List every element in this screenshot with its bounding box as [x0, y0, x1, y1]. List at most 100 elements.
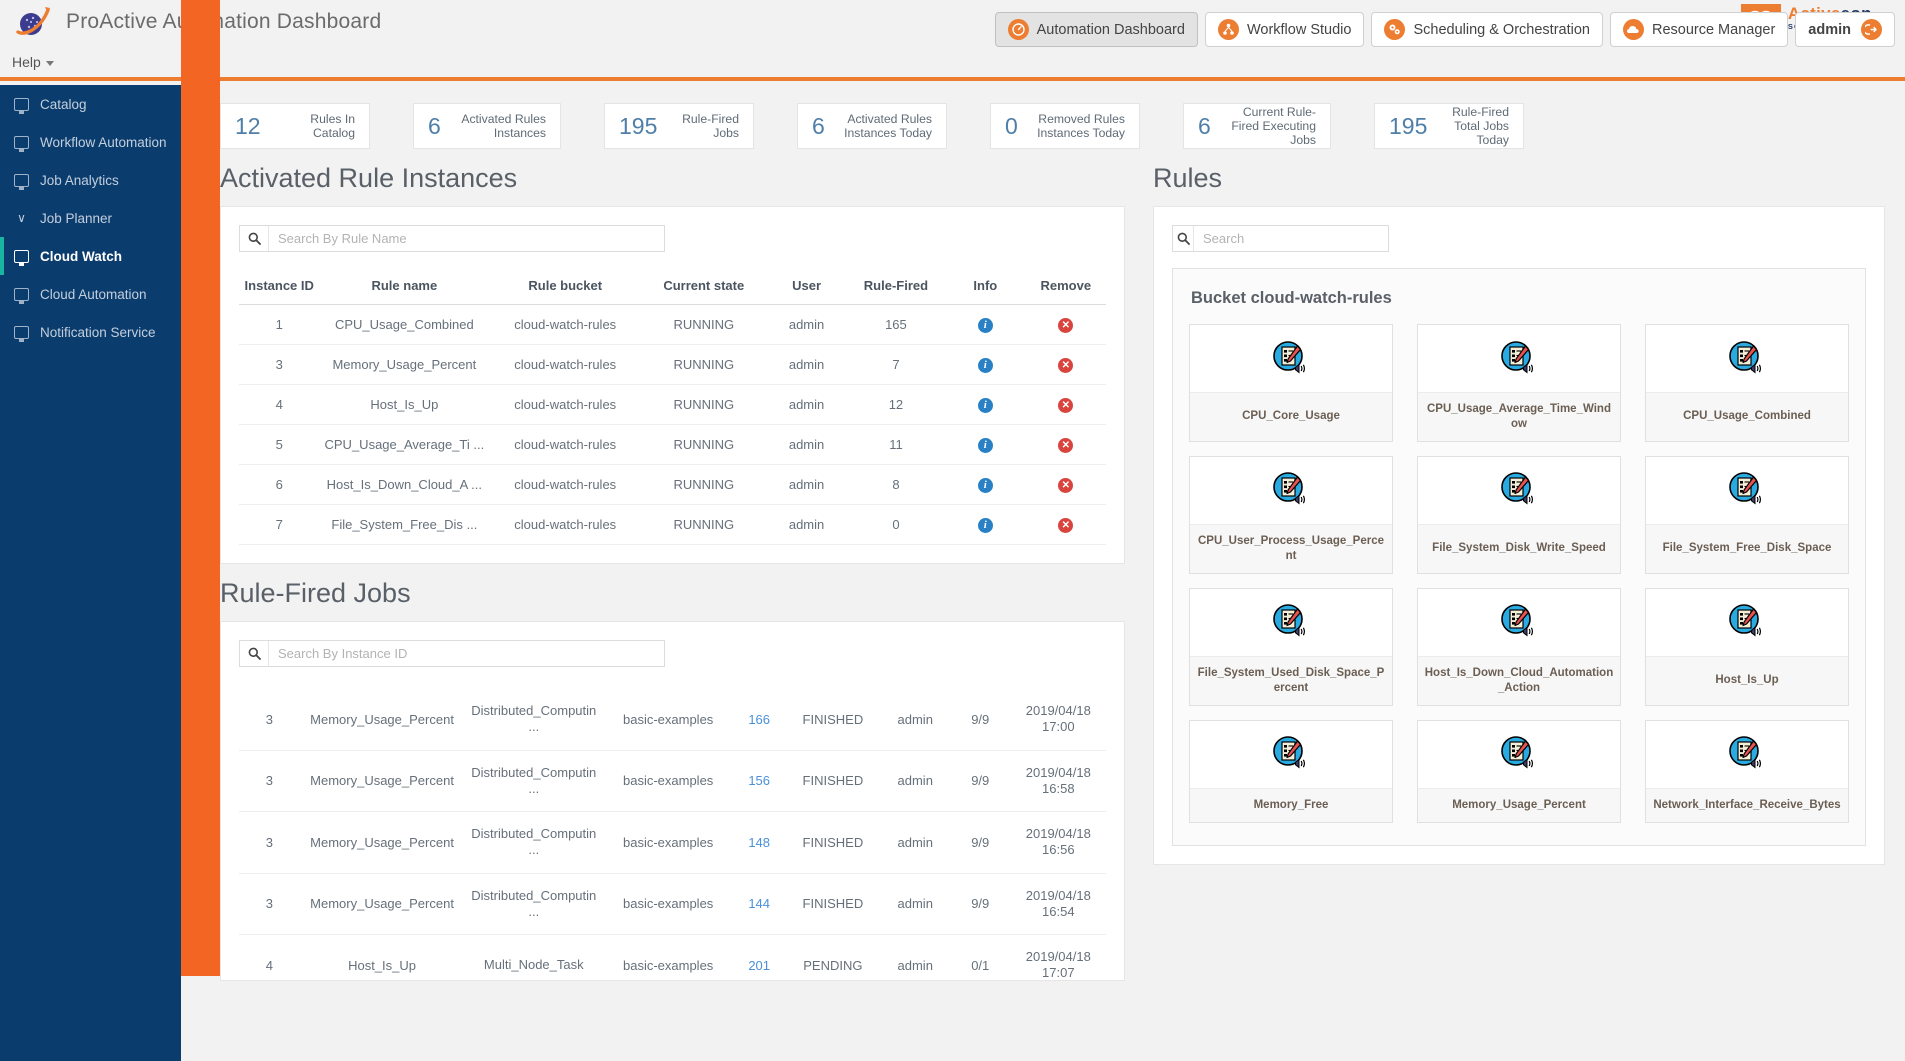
rule-card[interactable]: Memory_Free [1189, 719, 1393, 823]
column-header: Rule name [319, 270, 490, 305]
cell-job_id[interactable]: 156 [733, 750, 786, 812]
cell-job_id[interactable]: 148 [733, 811, 786, 874]
tab-label: Scheduling & Orchestration [1413, 21, 1590, 38]
cell-fired: 12 [846, 384, 946, 425]
table-row: 7 File_System_Free_Dis ... cloud-watch-rul… [239, 504, 1106, 545]
cell-state: RUNNING [641, 424, 767, 465]
info-icon[interactable]: i [977, 438, 993, 453]
cell-date: 2019/04/18 [1025, 764, 1091, 780]
rule-card-label: Memory_Free [1190, 788, 1392, 822]
sidebar-item-label: Job Planner [40, 210, 113, 226]
rule-card-label: File_System_Free_Disk_Space [1646, 524, 1848, 573]
cell-state: RUNNING [641, 304, 767, 345]
table-header-row: Instance ID Rule name Rule bucket Current s… [239, 270, 1106, 305]
rule-card[interactable]: Memory_Usage_Percent [1417, 719, 1621, 823]
cell-bucket: cloud-watch-rules [489, 344, 642, 385]
rule-card[interactable]: File_System_Used_Disk_Space_Percent [1189, 587, 1393, 706]
rules-search[interactable] [1172, 225, 1389, 252]
rule-card[interactable]: Host_Is_Down_Cloud_Automation_Action [1417, 587, 1621, 706]
sidebar-item-workflow-automation[interactable]: Workflow Automation [0, 123, 181, 161]
sidebar-item-cloud-automation[interactable]: Cloud Automation [0, 275, 181, 313]
search-by-instance-id-input[interactable] [269, 641, 664, 666]
sidebar-item-catalog[interactable]: Catalog [0, 85, 181, 123]
cell-job_id[interactable]: 144 [733, 873, 786, 935]
cell-fired: 11 [846, 424, 946, 465]
rules-search-input[interactable] [1194, 226, 1388, 251]
sidebar-item-cloud-watch[interactable]: Cloud Watch [0, 237, 181, 275]
remove-circle-icon[interactable]: ✕ [1058, 398, 1074, 413]
cell-date: 2019/04/18 [1025, 703, 1091, 718]
instances-search[interactable] [239, 225, 665, 252]
cell-user: admin [766, 304, 847, 345]
remove-circle-icon[interactable]: ✕ [1058, 358, 1074, 373]
cell-job_id[interactable]: 166 [733, 689, 786, 751]
stat-label: Removed Rules Instances Today [1037, 111, 1125, 140]
cell-datetime: 2019/04/18 17:07 [1010, 934, 1106, 980]
remove-circle-icon[interactable]: ✕ [1058, 518, 1074, 533]
info-icon[interactable]: i [977, 398, 993, 413]
cell-rule: Host_Is_Up [319, 384, 490, 425]
info-icon[interactable]: i [977, 358, 993, 373]
search-by-rule-name-input[interactable] [269, 226, 664, 251]
cell-date: 2019/04/18 [1025, 887, 1091, 903]
jobs-panel: 3Memory_Usage_PercentDistributed_Computi… [220, 621, 1125, 981]
info-cell: i [945, 304, 1026, 345]
sidebar-item-job-analytics[interactable]: Job Analytics [0, 161, 181, 199]
sidebar-item-job-planner[interactable]: ∨ Job Planner [0, 199, 181, 237]
remove-circle-icon[interactable]: ✕ [1058, 478, 1074, 493]
info-icon[interactable]: i [977, 518, 993, 533]
cell-progress: 9/9 [949, 811, 1011, 874]
main-content: 12 Rules In Catalog 6 Activated Rules Insta… [220, 85, 1905, 1061]
rule-card[interactable]: CPU_Core_Usage [1189, 324, 1393, 442]
cell-rule: CPU_Usage_Average_Ti ... [319, 424, 490, 465]
gears-icon [1384, 19, 1406, 40]
stat-label: Activated Rules Instances Today [844, 111, 932, 140]
monitor-icon [14, 249, 29, 266]
cell-rule: Memory_Usage_Percent [319, 344, 490, 385]
workflow-icon [1217, 19, 1239, 40]
cell-id: 3 [239, 750, 300, 812]
cell-date: 2019/04/18 [1025, 826, 1091, 841]
rule-card-label: CPU_Usage_Combined [1646, 393, 1848, 441]
jobs-search[interactable] [239, 640, 665, 667]
cell-state: FINISHED [785, 689, 881, 751]
user-menu[interactable]: admin [1795, 12, 1895, 47]
rule-checklist-speaker-icon [1646, 720, 1848, 789]
rule-card[interactable]: CPU_User_Process_Usage_Percent [1189, 455, 1393, 574]
rule-checklist-speaker-icon [1646, 588, 1848, 657]
tab-scheduling-orchestration[interactable]: Scheduling & Orchestration [1371, 12, 1603, 47]
info-cell: i [945, 424, 1026, 465]
rule-checklist-speaker-icon [1418, 720, 1620, 789]
nav-tabs: Automation Dashboard Workflow Studio Sch… [994, 12, 1895, 47]
cell-user: admin [766, 384, 847, 425]
instances-table: Instance ID Rule name Rule bucket Current s… [239, 270, 1106, 545]
remove-circle-icon[interactable]: ✕ [1058, 318, 1074, 333]
cell-job_id[interactable]: 201 [733, 934, 786, 980]
rule-card[interactable]: Host_Is_Up [1645, 587, 1849, 706]
stat-label: Current Rule-Fired Executing Jobs [1231, 104, 1316, 148]
cell-user: admin [766, 424, 847, 465]
tab-automation-dashboard[interactable]: Automation Dashboard [994, 12, 1198, 47]
cell-bucket: basic-examples [603, 689, 734, 751]
remove-circle-icon[interactable]: ✕ [1058, 438, 1074, 453]
sidebar-item-notification-service[interactable]: Notification Service [0, 313, 181, 351]
tab-workflow-studio[interactable]: Workflow Studio [1204, 12, 1365, 47]
info-icon[interactable]: i [977, 318, 993, 333]
rule-card[interactable]: CPU_Usage_Average_Time_Window [1417, 324, 1621, 442]
instances-section-title: Activated Rule Instances [220, 163, 518, 193]
stat-cards: 12 Rules In Catalog 6 Activated Rules Insta… [220, 85, 1905, 149]
remove-cell: ✕ [1025, 344, 1106, 385]
cell-user: admin [766, 464, 847, 505]
tab-resource-manager[interactable]: Resource Manager [1609, 12, 1789, 47]
help-menu[interactable]: Help [12, 54, 54, 70]
rule-card[interactable]: CPU_Usage_Combined [1645, 324, 1849, 442]
rule-card[interactable]: File_System_Disk_Write_Speed [1417, 455, 1621, 574]
tab-label: Automation Dashboard [1036, 21, 1185, 38]
rule-checklist-speaker-icon [1418, 325, 1620, 393]
rule-card[interactable]: Network_Interface_Receive_Bytes [1645, 719, 1849, 823]
cell-workflow: Distributed_Computin ... [464, 689, 604, 751]
rule-card[interactable]: File_System_Free_Disk_Space [1645, 455, 1849, 574]
cell-state: FINISHED [785, 811, 881, 874]
info-icon[interactable]: i [977, 478, 993, 493]
stat-value: 6 [428, 112, 441, 139]
